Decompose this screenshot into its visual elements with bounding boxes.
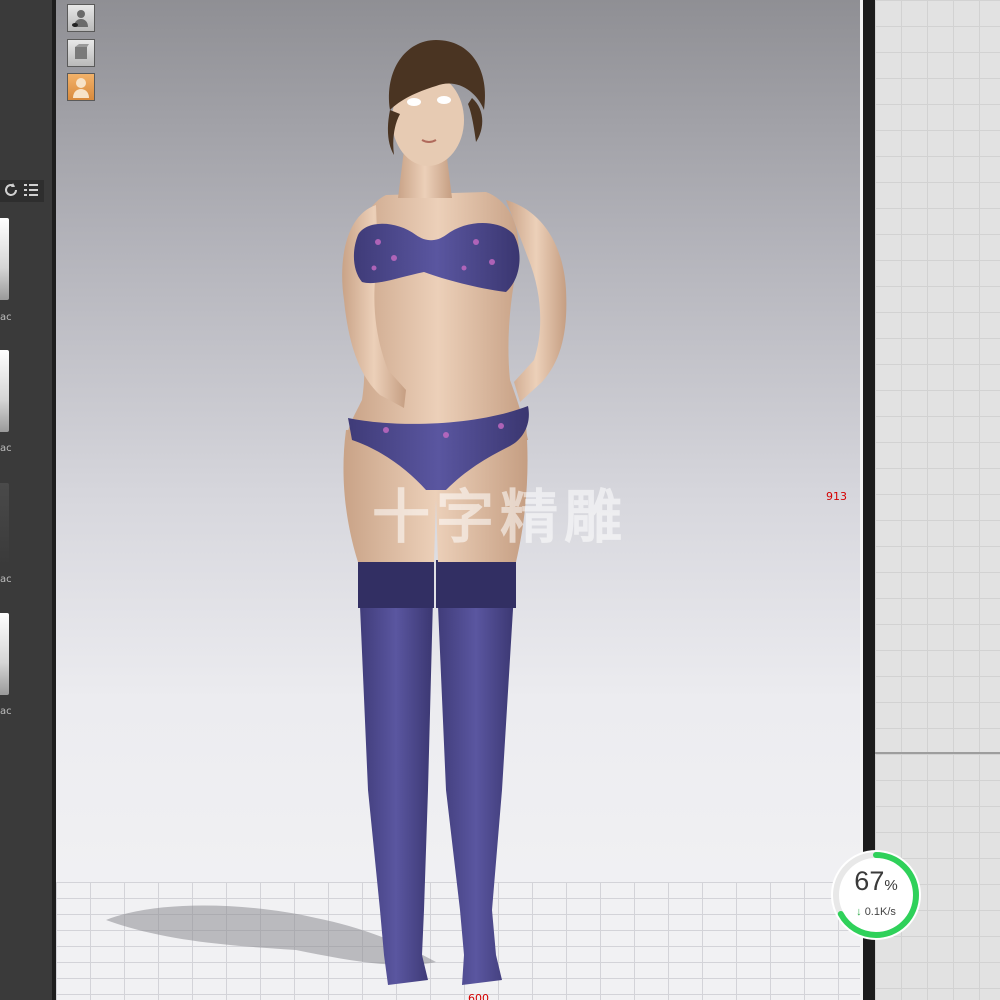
asset-label: ac [0, 706, 12, 717]
asset-thumbnail[interactable] [0, 218, 9, 300]
progress-percent: 67% [829, 866, 923, 897]
width-measurement: 600 [468, 992, 489, 1000]
divider [875, 752, 1000, 754]
asset-thumbnail[interactable] [0, 350, 9, 432]
3d-viewport[interactable]: 十字精雕 913 600 [56, 0, 860, 1000]
down-arrow-icon: ↓ [856, 906, 862, 918]
network-speed-widget[interactable]: 67% ↓ 0.1K/s [829, 848, 923, 942]
surface-icon[interactable] [67, 39, 95, 67]
asset-label: ac [0, 443, 12, 454]
figure-select-icon[interactable] [67, 73, 95, 101]
asset-thumbnail[interactable] [0, 483, 9, 565]
list-view-icon[interactable] [22, 182, 40, 200]
refresh-icon[interactable] [2, 182, 20, 200]
asset-library-panel: ac ac ac ac [0, 0, 52, 1000]
height-measurement: 913 [826, 490, 847, 503]
percent-sign: % [884, 877, 898, 894]
asset-label: ac [0, 574, 12, 585]
watermark: 十字精雕 [372, 483, 629, 551]
user-view-icon[interactable] [67, 4, 95, 32]
speed-value: 0.1K/s [864, 906, 896, 918]
asset-label: ac [0, 312, 12, 323]
progress-value: 67 [854, 866, 885, 896]
asset-thumbnail[interactable] [0, 613, 9, 695]
download-speed: ↓ 0.1K/s [829, 906, 923, 918]
library-toolbar [0, 180, 44, 202]
